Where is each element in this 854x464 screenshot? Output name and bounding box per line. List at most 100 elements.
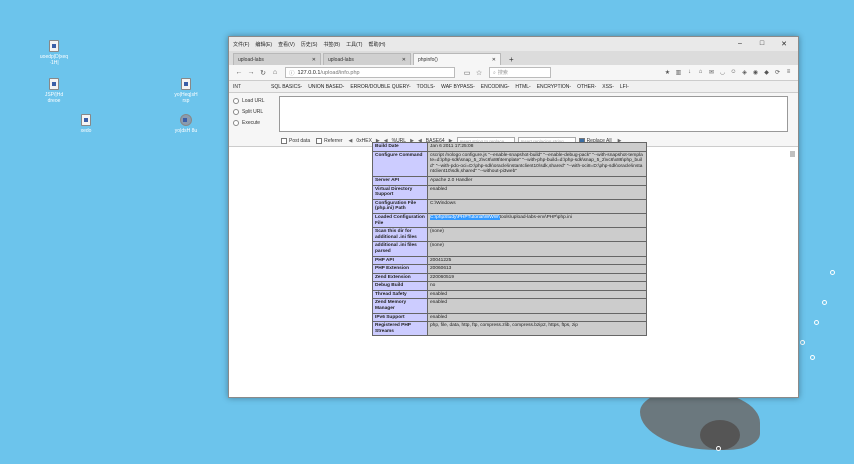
page-scrollbar[interactable] bbox=[790, 151, 796, 393]
info-icon[interactable]: ⓘ bbox=[289, 69, 295, 77]
menu-icon[interactable]: ≡ bbox=[783, 69, 794, 76]
tab-label: upload-labs bbox=[328, 57, 354, 63]
url-host: 127.0.0.1 bbox=[297, 69, 321, 76]
bookmark-star-icon[interactable]: ☆ bbox=[473, 69, 485, 77]
extension-icon[interactable]: ◉ bbox=[750, 69, 761, 76]
desktop-icon-1[interactable]: uoedp|D|xeq ·1H| bbox=[32, 40, 76, 66]
referrer-toggle[interactable]: Referrer bbox=[316, 137, 343, 144]
post-data-checkbox[interactable] bbox=[281, 137, 287, 144]
menu-help[interactable]: 帮助(H) bbox=[368, 41, 385, 48]
search-icon: ⌕ bbox=[493, 69, 496, 76]
referrer-checkbox[interactable] bbox=[316, 137, 323, 144]
library-icon[interactable]: ▥ bbox=[673, 69, 684, 76]
referrer-label: Referrer bbox=[324, 137, 343, 144]
hackbar-union-based[interactable]: UNION BASED- bbox=[308, 84, 344, 90]
split-url-button[interactable]: Split URL bbox=[233, 106, 271, 117]
split-url-label: Split URL bbox=[242, 108, 264, 115]
table-row: Configuration File (php.ini) Path C:\Wind… bbox=[372, 198, 647, 214]
tab-upload-labs-2[interactable]: upload-labs ✕ bbox=[323, 53, 411, 65]
url-bar[interactable]: ⓘ 127.0.0.1 /upload/info.php bbox=[285, 67, 455, 78]
tab-phpinfo[interactable]: phpinfo() ✕ bbox=[413, 53, 501, 65]
maximize-icon[interactable]: □ bbox=[754, 40, 770, 48]
hackbar-type-select[interactable]: INT bbox=[233, 84, 253, 90]
load-url-button[interactable]: Load URL bbox=[233, 95, 271, 106]
account-icon[interactable]: ☺ bbox=[728, 69, 739, 76]
menu-bar: 文件(F) 编辑(E) 查看(V) 历史(S) 书签(B) 工具(T) 帮助(H… bbox=[229, 37, 798, 51]
menu-file[interactable]: 文件(F) bbox=[233, 41, 249, 48]
close-tab-icon[interactable]: ✕ bbox=[402, 57, 406, 65]
hackbar-tools[interactable]: TOOLS- bbox=[417, 84, 436, 90]
wallpaper-bubble bbox=[822, 300, 827, 305]
phpinfo-key: Configuration File (php.ini) Path bbox=[372, 198, 428, 214]
tab-upload-labs-1[interactable]: upload-labs ✕ bbox=[233, 53, 321, 65]
scrollbar-thumb[interactable] bbox=[790, 151, 795, 157]
back-icon[interactable]: ← bbox=[233, 69, 245, 76]
reader-icon[interactable]: ▭ bbox=[461, 69, 473, 77]
desktop-icon-label: JSP/|Hd dreoe bbox=[44, 92, 64, 104]
hackbar-waf-bypass[interactable]: WAF BYPASS- bbox=[441, 84, 475, 90]
execute-button[interactable]: Execute bbox=[233, 117, 271, 128]
phpinfo-value: (none) bbox=[427, 241, 647, 257]
hackbar-html[interactable]: HTML- bbox=[515, 84, 530, 90]
phpinfo-value: Apache 2.0 Handler bbox=[427, 175, 647, 186]
phpinfo-value: no bbox=[427, 281, 647, 291]
phpinfo-key: Server API bbox=[372, 175, 428, 186]
hex-button[interactable]: 0xHEX bbox=[356, 138, 372, 144]
hackbar-other[interactable]: OTHER- bbox=[577, 84, 596, 90]
hackbar-icon[interactable]: ◈ bbox=[739, 69, 750, 76]
hackbar-encryption[interactable]: ENCRYPTION- bbox=[537, 84, 571, 90]
execute-icon bbox=[233, 119, 239, 126]
hackbar-sql-basics[interactable]: SQL BASICS- bbox=[271, 84, 302, 90]
page-content: Build Date Jan 6 2011 17:25:08 Configure C… bbox=[229, 142, 798, 397]
home-icon[interactable]: ⌂ bbox=[695, 69, 706, 76]
shield-icon[interactable]: ◆ bbox=[761, 69, 772, 76]
close-tab-icon[interactable]: ✕ bbox=[312, 57, 316, 65]
home-icon[interactable]: ⌂ bbox=[269, 69, 281, 76]
new-tab-icon[interactable]: + bbox=[503, 55, 520, 65]
desktop-icon-label: yo|Heq|sH rsp bbox=[174, 92, 198, 104]
toolbar-icons: ★ ▥ ↓ ⌂ ✉ ◡ ☺ ◈ ◉ ◆ ⟳ ≡ bbox=[662, 69, 794, 76]
chat-icon[interactable]: ✉ bbox=[706, 69, 717, 76]
phpinfo-value: enabled bbox=[427, 298, 647, 314]
wallpaper-splash bbox=[640, 390, 760, 450]
phpinfo-value: php, file, data, http, ftp, compress.zli… bbox=[427, 321, 647, 337]
desktop-icon-label: xedo bbox=[80, 128, 92, 134]
close-icon[interactable]: ✕ bbox=[776, 40, 792, 48]
post-data-toggle[interactable]: Post data bbox=[281, 137, 310, 144]
forward-icon[interactable]: → bbox=[245, 69, 257, 76]
selected-text[interactable]: C:\phpStudy\PHPTutorial\WWW\ bbox=[430, 214, 500, 220]
minimize-icon[interactable]: – bbox=[732, 40, 748, 48]
hackbar-error-double[interactable]: ERROR/DOUBLE QUERY- bbox=[350, 84, 410, 90]
download-icon[interactable]: ↓ bbox=[684, 69, 695, 76]
hackbar-encoding[interactable]: ENCODING- bbox=[481, 84, 510, 90]
nav-bar: ← → ↻ ⌂ ⓘ 127.0.0.1 /upload/info.php ▭ ☆… bbox=[229, 65, 798, 81]
tab-bar: upload-labs ✕ upload-labs ✕ phpinfo() ✕ … bbox=[229, 51, 798, 65]
phpinfo-value: enabled bbox=[427, 312, 647, 323]
bookmarks-icon[interactable]: ★ bbox=[662, 69, 673, 76]
wallpaper-bubble bbox=[814, 320, 819, 325]
menu-tools[interactable]: 工具(T) bbox=[346, 41, 362, 48]
pocket-icon[interactable]: ◡ bbox=[717, 69, 728, 76]
arrow-left-icon[interactable]: ◀ bbox=[348, 138, 352, 144]
hackbar-lfi[interactable]: LFI- bbox=[620, 84, 629, 90]
menu-view[interactable]: 查看(V) bbox=[278, 41, 295, 48]
table-row: Zend Extension 220060519 bbox=[372, 272, 647, 283]
hackbar-xss[interactable]: XSS- bbox=[602, 84, 614, 90]
desktop-icon-5[interactable]: yo|dsH 8u bbox=[164, 114, 208, 134]
desktop-icon-4[interactable]: yo|Heq|sH rsp bbox=[164, 78, 208, 104]
doc-icon bbox=[181, 78, 191, 90]
phpinfo-value: enabled bbox=[427, 184, 647, 200]
menu-edit[interactable]: 编辑(E) bbox=[255, 41, 272, 48]
menu-bookmarks[interactable]: 书签(B) bbox=[323, 41, 340, 48]
hackbar-actions: Load URL Split URL Execute bbox=[229, 93, 275, 135]
search-box[interactable]: ⌕ 搜索 bbox=[489, 67, 551, 78]
menu-history[interactable]: 历史(S) bbox=[301, 41, 318, 48]
desktop-icon-3[interactable]: xedo bbox=[64, 114, 108, 134]
tab-label: phpinfo() bbox=[418, 57, 438, 63]
close-tab-icon[interactable]: ✕ bbox=[492, 57, 496, 65]
reload-icon[interactable]: ↻ bbox=[257, 69, 269, 77]
hackbar-url-textarea[interactable] bbox=[279, 96, 788, 132]
desktop-icon-2[interactable]: JSP/|Hd dreoe bbox=[32, 78, 76, 104]
sync-icon[interactable]: ⟳ bbox=[772, 69, 783, 76]
file-icon bbox=[49, 40, 59, 52]
